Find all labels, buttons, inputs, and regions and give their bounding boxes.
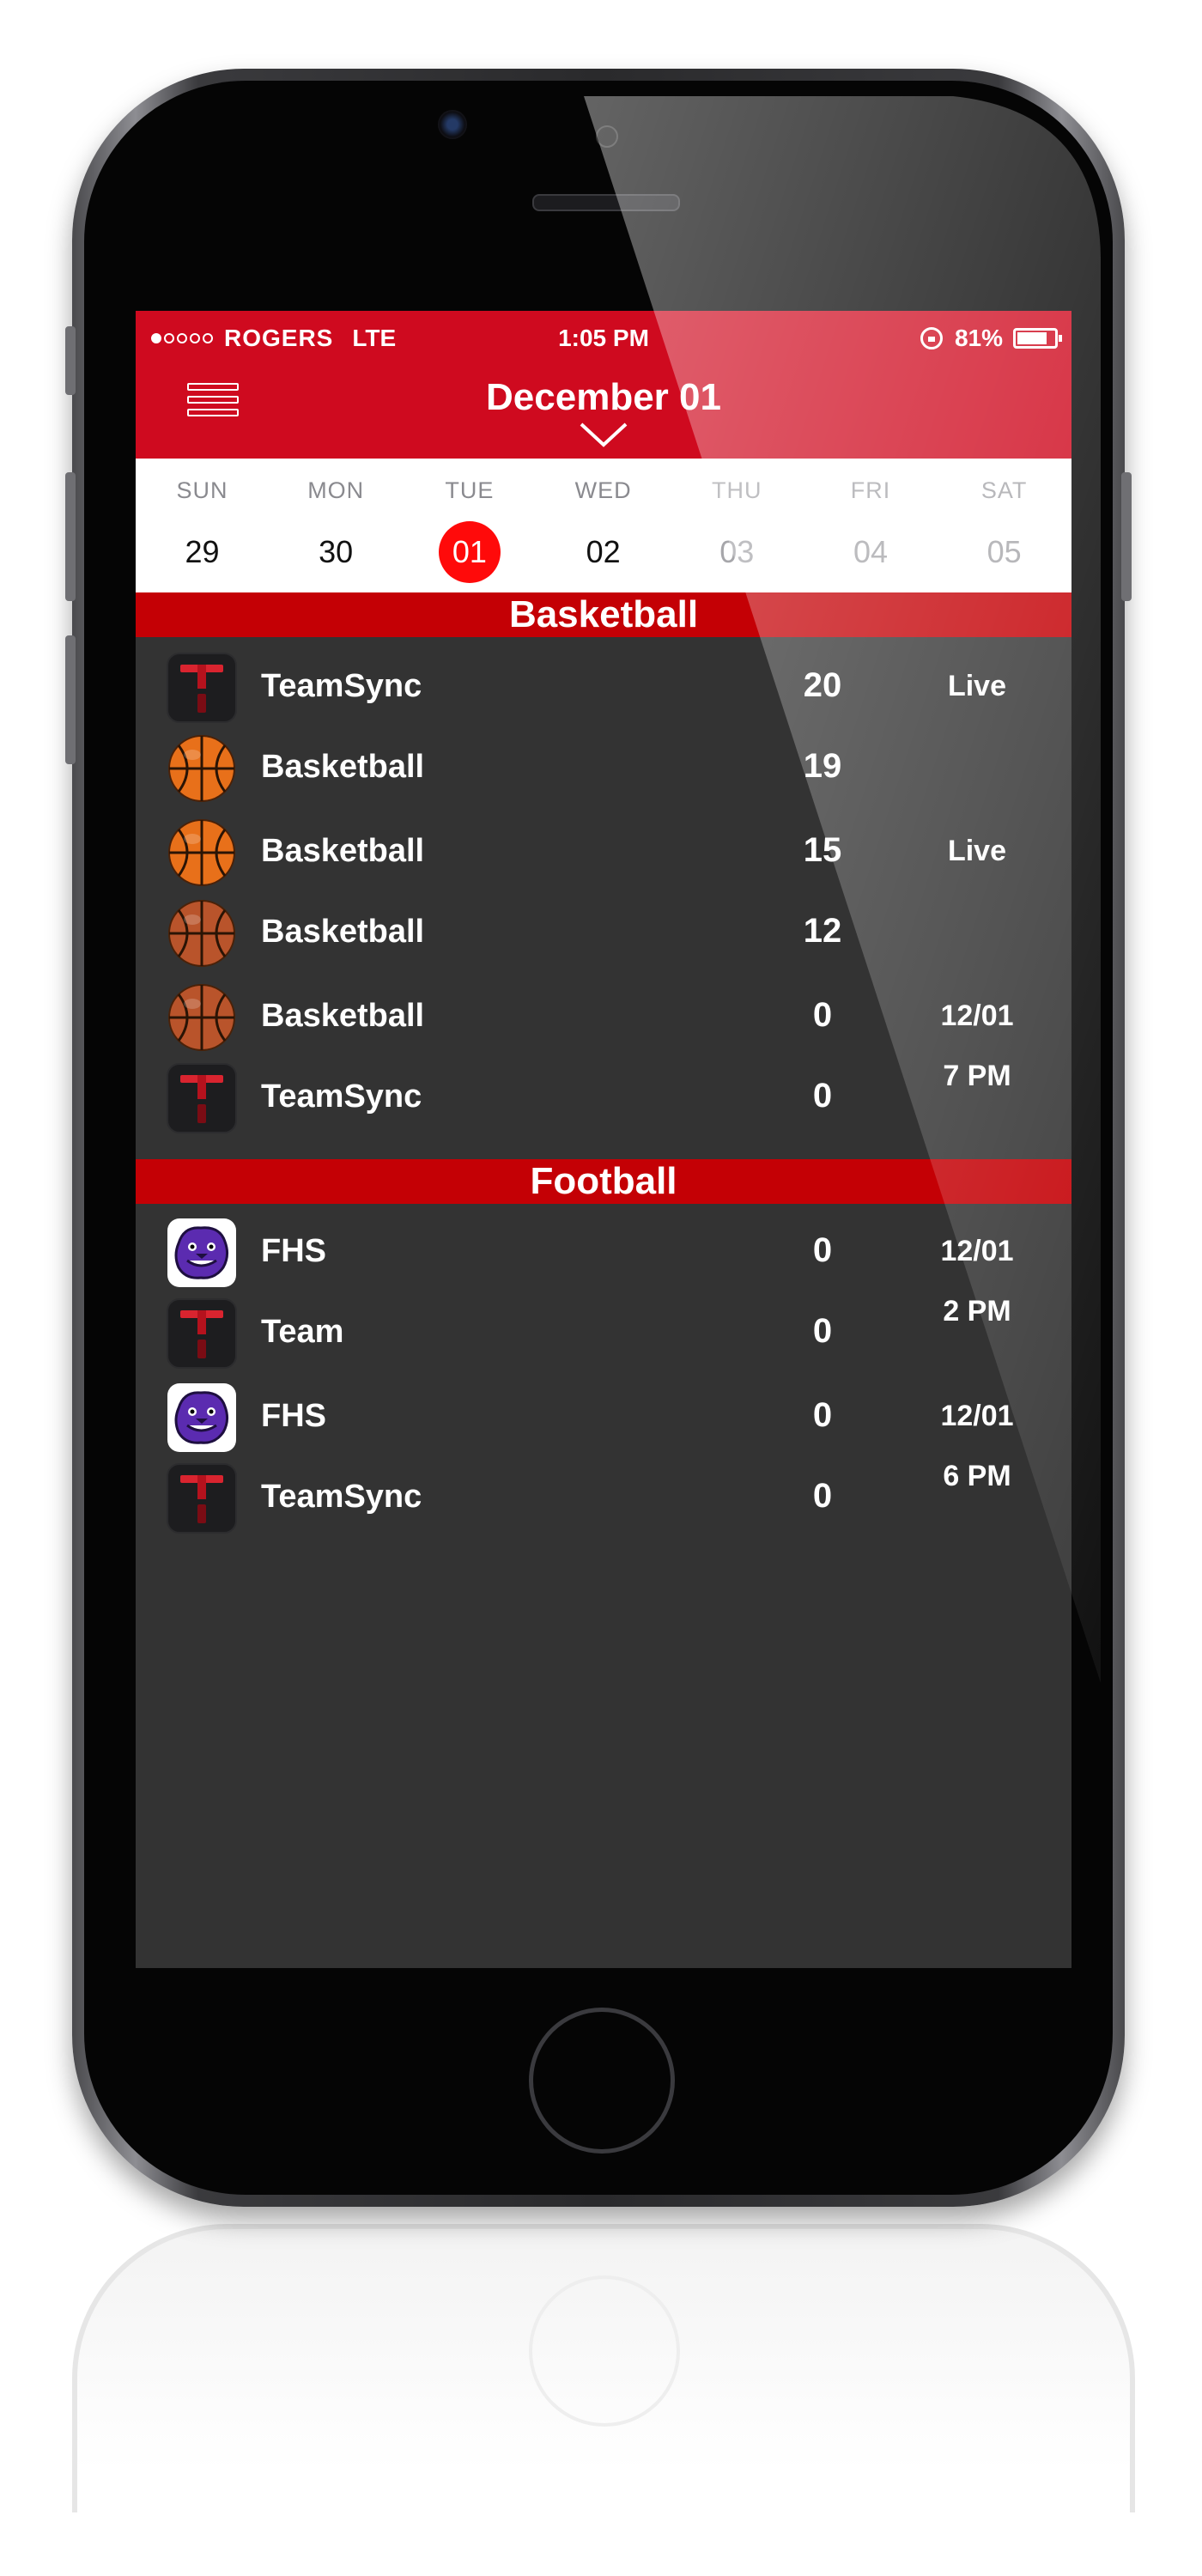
day-cell-sun[interactable]: SUN 29 — [136, 459, 269, 592]
team-name: FHS — [261, 1233, 326, 1269]
battery-tip — [1059, 335, 1062, 342]
game-team-row[interactable]: FHS 0 12/01 — [136, 1212, 1071, 1293]
basketball-dark-logo-icon — [167, 982, 237, 1053]
game-team-row[interactable]: Basketball 15 Live — [136, 812, 1071, 893]
game-team-row[interactable]: Basketball 19 — [136, 728, 1071, 809]
day-number: 02 — [586, 534, 621, 569]
day-name: SAT — [980, 477, 1028, 503]
day-number: 03 — [719, 534, 755, 569]
basketball-dark-logo-icon — [167, 898, 237, 969]
team-score: 0 — [812, 996, 833, 1034]
game-status: 12/01 — [940, 1235, 1014, 1267]
game-team-row[interactable]: Basketball 12 — [136, 893, 1071, 974]
home-button-reflection — [529, 2275, 680, 2427]
status-right: 81% — [920, 325, 1062, 352]
team-score: 0 — [812, 1477, 833, 1515]
game-time: 6 PM — [943, 1460, 1011, 1492]
day-number: 05 — [986, 534, 1022, 569]
power-button — [1121, 472, 1132, 601]
fhs-bulldog-logo-icon — [167, 1218, 237, 1288]
rotation-lock-icon — [920, 327, 943, 349]
game-status: Live — [947, 835, 1007, 867]
team-name: TeamSync — [261, 1078, 422, 1115]
game-team-row[interactable]: Basketball 0 12/01 — [136, 977, 1071, 1058]
team-score: 0 — [812, 1077, 833, 1115]
day-number: 29 — [185, 534, 220, 569]
teamsync-logo-icon — [167, 1298, 237, 1369]
day-number: 01 — [438, 521, 501, 583]
team-name: FHS — [261, 1398, 326, 1434]
basketball-logo-icon — [167, 817, 237, 888]
game-status: Live — [947, 670, 1007, 702]
day-cell-thu[interactable]: THU 03 — [671, 459, 804, 592]
day-cell-tue[interactable]: TUE 01 — [403, 459, 536, 592]
day-name: THU — [712, 477, 762, 503]
section-header-basketball: Basketball — [136, 592, 1071, 637]
home-button[interactable] — [529, 2008, 675, 2154]
team-name: Basketball — [261, 914, 425, 950]
team-name: TeamSync — [261, 668, 422, 704]
team-score: 19 — [803, 747, 842, 785]
day-name: WED — [574, 477, 632, 503]
day-name: FRI — [850, 477, 891, 503]
earpiece-speaker — [532, 194, 680, 211]
volume-down-button — [65, 635, 76, 764]
battery-fill — [1017, 332, 1047, 344]
mute-switch — [65, 326, 76, 395]
teamsync-logo-icon — [167, 653, 237, 723]
day-number: 30 — [319, 534, 354, 569]
team-name: TeamSync — [261, 1479, 422, 1515]
game-team-row[interactable]: FHS 0 12/01 — [136, 1377, 1071, 1458]
team-score: 0 — [812, 1231, 833, 1269]
game-team-row[interactable]: TeamSync 0 7 PM — [136, 1058, 1071, 1139]
team-score: 12 — [803, 912, 842, 950]
team-score: 20 — [803, 666, 842, 704]
game-status: 12/01 — [940, 999, 1014, 1032]
team-name: Team — [261, 1314, 344, 1350]
date-title[interactable]: December 01 — [136, 376, 1071, 419]
day-cell-mon[interactable]: MON 30 — [270, 459, 403, 592]
team-name: Basketball — [261, 998, 425, 1034]
game-time: 7 PM — [943, 1060, 1011, 1092]
team-name: Basketball — [261, 749, 425, 785]
front-camera — [438, 110, 467, 139]
section-header-football: Football — [136, 1159, 1071, 1204]
battery-icon — [1013, 328, 1062, 349]
teamsync-logo-icon — [167, 1063, 237, 1133]
day-name: SUN — [176, 477, 228, 503]
day-cell-fri[interactable]: FRI 04 — [804, 459, 938, 592]
fhs-bulldog-logo-icon — [167, 1382, 237, 1453]
basketball-logo-icon — [167, 733, 237, 804]
volume-up-button — [65, 472, 76, 601]
chevron-down-icon[interactable] — [578, 419, 629, 450]
week-calendar-strip: SUN 29 MON 30 TUE 01 WED 02 THU 03 FRI 04 SAT 05 — [136, 459, 1071, 592]
day-cell-sat[interactable]: SAT 05 — [938, 459, 1071, 592]
team-name: Basketball — [261, 833, 425, 869]
day-name: TUE — [445, 477, 495, 503]
teamsync-logo-icon — [167, 1463, 237, 1534]
team-score: 0 — [812, 1312, 833, 1350]
app-header: ROGERS LTE 1:05 PM 81% December 01 — [136, 311, 1071, 459]
day-name: MON — [307, 477, 365, 503]
day-cell-wed[interactable]: WED 02 — [537, 459, 670, 592]
day-number: 04 — [853, 534, 889, 569]
status-bar: ROGERS LTE 1:05 PM 81% — [136, 321, 1071, 355]
app-screen: ROGERS LTE 1:05 PM 81% December 01 SUN 29… — [136, 311, 1071, 1968]
game-status: 12/01 — [940, 1400, 1014, 1432]
game-team-row[interactable]: TeamSync 0 6 PM — [136, 1458, 1071, 1539]
game-time: 2 PM — [943, 1295, 1011, 1327]
game-team-row[interactable]: Team 0 2 PM — [136, 1293, 1071, 1374]
game-team-row[interactable]: TeamSync 20 Live — [136, 647, 1071, 728]
battery-percent: 81% — [954, 325, 1003, 351]
team-score: 0 — [812, 1396, 833, 1434]
proximity-sensor — [596, 125, 618, 148]
team-score: 15 — [803, 831, 842, 869]
